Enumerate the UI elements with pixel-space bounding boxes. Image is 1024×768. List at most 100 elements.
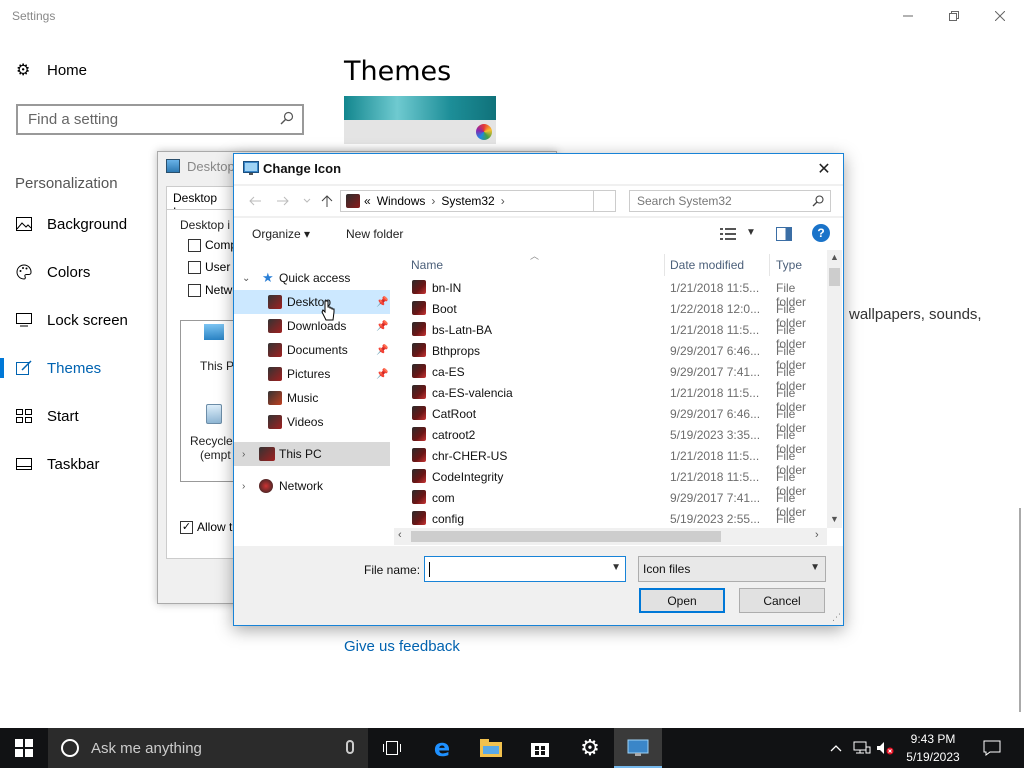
- nav-item-label: Background: [47, 215, 128, 233]
- scroll-left-icon[interactable]: ‹: [398, 529, 402, 541]
- chevron-down-icon[interactable]: ⌄: [242, 273, 250, 284]
- scroll-thumb[interactable]: [411, 531, 721, 542]
- tree-desktop[interactable]: Desktop 📌: [234, 290, 390, 314]
- tree-downloads[interactable]: Downloads 📌: [234, 314, 390, 338]
- network-tray-button[interactable]: [853, 728, 871, 768]
- start-button[interactable]: [0, 728, 48, 768]
- breadcrumb-windows[interactable]: Windows: [377, 194, 426, 208]
- network-icon: [259, 479, 273, 493]
- scroll-thumb[interactable]: [829, 268, 840, 286]
- tree-this-pc[interactable]: › This PC: [234, 442, 390, 466]
- address-overflow[interactable]: «: [364, 194, 371, 208]
- chevron-right-icon[interactable]: ›: [242, 449, 245, 460]
- help-icon[interactable]: ?: [812, 224, 830, 242]
- task-view-button[interactable]: [368, 728, 416, 768]
- computer-checkbox[interactable]: Comp: [188, 238, 237, 252]
- column-date[interactable]: Date modified: [670, 258, 744, 272]
- list-item[interactable]: CodeIntegrity 1/21/2018 11:5... File folde…: [404, 466, 824, 498]
- list-item[interactable]: bn-IN 1/21/2018 11:5... File folder: [404, 277, 824, 309]
- back-button[interactable]: [246, 192, 264, 210]
- chevron-right-icon[interactable]: ›: [242, 481, 245, 492]
- pin-icon[interactable]: 📌: [376, 321, 388, 332]
- search-system32-input[interactable]: Search System32: [629, 190, 831, 212]
- clock[interactable]: 9:43 PM 5/19/2023: [896, 730, 970, 766]
- file-list[interactable]: ︿ Name Date modified Type bn-IN 1/21/2018…: [404, 250, 843, 546]
- column-type[interactable]: Type: [776, 258, 802, 272]
- settings-scrollbar[interactable]: [1019, 508, 1021, 712]
- this-pc-icon[interactable]: [204, 324, 224, 340]
- close-button[interactable]: [977, 0, 1023, 32]
- theme-preview[interactable]: [344, 96, 496, 144]
- cortana-search-box[interactable]: Ask me anything: [48, 728, 368, 768]
- new-folder-button[interactable]: New folder: [346, 227, 403, 241]
- cancel-button[interactable]: Cancel: [739, 588, 825, 613]
- file-list-vscroll[interactable]: ▲ ▼: [827, 250, 842, 528]
- up-button[interactable]: [318, 192, 336, 210]
- column-divider[interactable]: [769, 254, 770, 276]
- action-center-button[interactable]: [968, 728, 1016, 768]
- find-setting-input[interactable]: Find a setting: [16, 104, 304, 135]
- tree-quick-access[interactable]: ⌄ ★ Quick access: [234, 266, 390, 290]
- recent-locations-button[interactable]: [298, 192, 316, 210]
- view-dropdown-icon[interactable]: ▼: [746, 227, 756, 238]
- allow-themes-checkbox[interactable]: ✓ Allow t: [180, 520, 232, 534]
- dialog-close-button[interactable]: ✕: [811, 157, 837, 181]
- tree-pictures[interactable]: Pictures 📌: [234, 362, 390, 386]
- list-item[interactable]: CatRoot 9/29/2017 6:46... File folder: [404, 403, 824, 435]
- edge-button[interactable]: e: [418, 728, 466, 768]
- pin-icon[interactable]: 📌: [376, 345, 388, 356]
- desktop-settings-taskbar-button[interactable]: [614, 728, 662, 768]
- file-name-input[interactable]: ▼: [424, 556, 626, 582]
- pin-icon[interactable]: 📌: [376, 297, 388, 308]
- give-feedback-link[interactable]: Give us feedback: [344, 638, 460, 655]
- show-hidden-icons[interactable]: [830, 728, 842, 768]
- breadcrumb-separator[interactable]: ›: [501, 194, 505, 208]
- file-type-select[interactable]: Icon files ▼: [638, 556, 826, 582]
- file-explorer-button[interactable]: [467, 728, 515, 768]
- list-item[interactable]: Boot 1/22/2018 12:0... File folder: [404, 298, 824, 330]
- list-item[interactable]: config5/19/2023 2:55...File folder: [404, 508, 824, 540]
- list-item[interactable]: catroot2 5/19/2023 3:35... File folder: [404, 424, 824, 456]
- user-files-checkbox[interactable]: User: [188, 260, 230, 274]
- network-checkbox[interactable]: Netw: [188, 283, 232, 297]
- list-item[interactable]: bs-Latn-BA 1/21/2018 11:5... File folder: [404, 319, 824, 351]
- list-item[interactable]: Bthprops 9/29/2017 6:46... File folder: [404, 340, 824, 372]
- scroll-up-icon[interactable]: ▲: [830, 252, 839, 262]
- scroll-right-icon[interactable]: ›: [815, 529, 819, 541]
- address-bar[interactable]: « Windows › System32 ›: [340, 190, 616, 212]
- column-name[interactable]: Name: [411, 258, 443, 272]
- settings-taskbar-button[interactable]: ⚙: [566, 728, 614, 768]
- restore-button[interactable]: [931, 0, 977, 32]
- organize-menu[interactable]: Organize ▾: [252, 227, 310, 241]
- open-button[interactable]: Open: [639, 588, 725, 613]
- resize-grip-icon[interactable]: ⋰: [832, 612, 841, 623]
- column-divider[interactable]: [664, 254, 665, 276]
- breadcrumb-separator[interactable]: ›: [431, 194, 435, 208]
- breadcrumb-system32[interactable]: System32: [441, 194, 494, 208]
- navigation-pane[interactable]: ⌄ ★ Quick access Desktop 📌 Downloads 📌 D…: [234, 250, 394, 546]
- store-button[interactable]: [516, 728, 564, 768]
- scroll-down-icon[interactable]: ▼: [830, 514, 839, 524]
- view-options-icon[interactable]: [720, 227, 736, 241]
- tree-documents[interactable]: Documents 📌: [234, 338, 390, 362]
- tree-music[interactable]: Music: [234, 386, 390, 410]
- nav-home[interactable]: ⚙ Home: [16, 62, 87, 79]
- address-dropdown[interactable]: [593, 191, 615, 211]
- list-item[interactable]: ca-ES-valencia 1/21/2018 11:5... File fold…: [404, 382, 824, 414]
- tree-network[interactable]: › Network: [234, 474, 390, 498]
- chevron-down-icon[interactable]: ▼: [611, 562, 621, 573]
- tree-videos[interactable]: Videos: [234, 410, 390, 434]
- documents-icon: [268, 343, 282, 357]
- list-item[interactable]: com 9/29/2017 7:41... File folder: [404, 487, 824, 519]
- minimize-button[interactable]: [885, 0, 931, 32]
- volume-tray-button[interactable]: [876, 728, 894, 768]
- forward-button[interactable]: [274, 192, 292, 210]
- list-item[interactable]: chr-CHER-US 1/21/2018 11:5... File folder: [404, 445, 824, 477]
- pin-icon[interactable]: 📌: [376, 369, 388, 380]
- microphone-icon[interactable]: [346, 740, 354, 754]
- preview-pane-icon[interactable]: [776, 227, 792, 241]
- list-item[interactable]: ca-ES 9/29/2017 7:41... File folder: [404, 361, 824, 393]
- page-title: Themes: [344, 56, 452, 87]
- recycle-bin-icon[interactable]: [206, 404, 222, 424]
- file-list-hscroll[interactable]: ‹ ›: [394, 528, 827, 545]
